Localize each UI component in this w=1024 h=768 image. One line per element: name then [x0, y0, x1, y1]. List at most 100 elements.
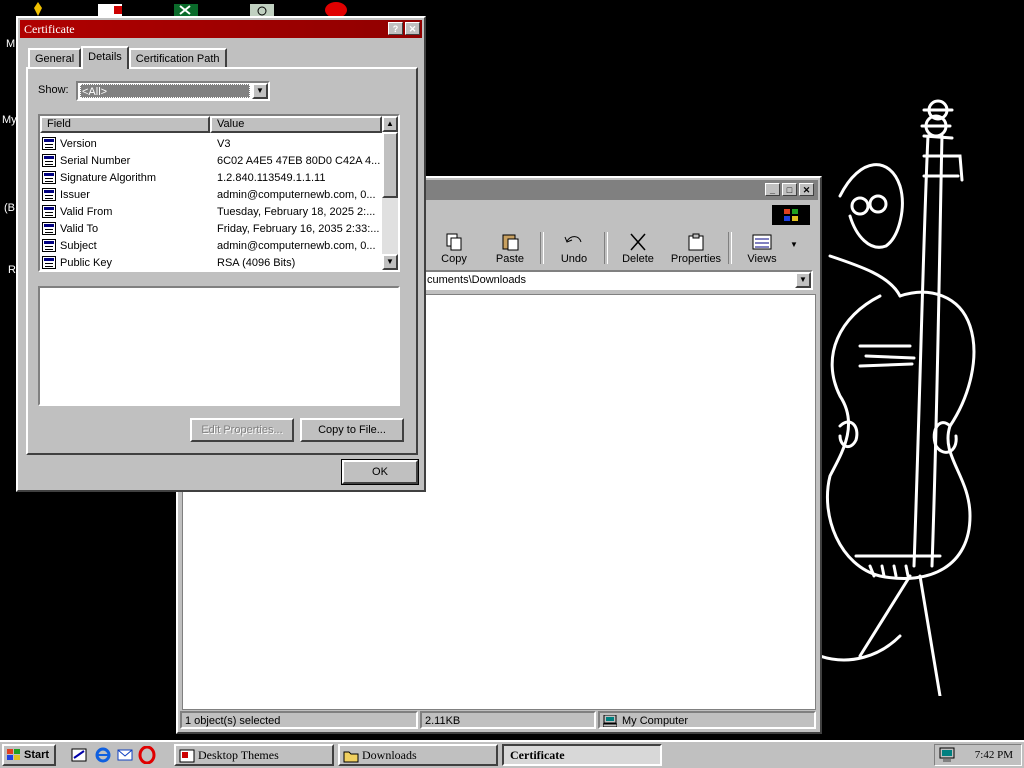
list-item[interactable]: Serial Number 6C02 A4E5 47EB 80D0 C42A 4.… — [40, 153, 384, 170]
certificate-dialog: Certificate ? ✕ General Details Certific… — [16, 16, 426, 492]
desktop-icon-2[interactable] — [96, 2, 126, 16]
internet-explorer-icon[interactable] — [94, 746, 112, 764]
field-list-scrollbar[interactable]: ▲ ▼ — [382, 116, 398, 270]
list-item[interactable]: Signature Algorithm 1.2.840.113549.1.1.11 — [40, 170, 384, 187]
field-name: Version — [60, 138, 97, 150]
field-value: 6C02 A4E5 47EB 80D0 C42A 4... — [217, 155, 381, 167]
copy-button[interactable]: Copy — [426, 228, 482, 268]
show-desktop-icon[interactable] — [70, 746, 88, 764]
address-value: cuments\Downloads — [427, 274, 527, 286]
tab-general[interactable]: General — [28, 48, 82, 68]
tab-certification-path[interactable]: Certification Path — [128, 48, 227, 68]
certificate-field-icon — [42, 171, 56, 184]
show-select[interactable]: <All> ▼ — [76, 81, 270, 101]
field-name: Public Key — [60, 257, 112, 269]
field-value: admin@computernewb.com, 0... — [217, 240, 376, 252]
desktop-label-1: M — [6, 38, 16, 50]
scroll-up-icon[interactable]: ▲ — [382, 116, 398, 132]
ok-button[interactable]: OK — [341, 459, 419, 485]
edit-properties-button[interactable]: Edit Properties... — [190, 418, 294, 442]
field-value: 1.2.840.113549.1.1.11 — [217, 172, 326, 184]
tab-details[interactable]: Details — [81, 46, 129, 69]
opera-icon[interactable] — [138, 746, 156, 764]
scroll-thumb[interactable] — [382, 132, 398, 198]
views-dropdown-icon[interactable]: ▼ — [790, 228, 804, 268]
column-header-value[interactable]: Value — [210, 116, 382, 133]
certificate-field-icon — [42, 188, 56, 201]
close-button[interactable]: ✕ — [405, 22, 420, 35]
tab-strip: General Details Certification Path — [28, 46, 227, 69]
column-header-field[interactable]: Field — [40, 116, 210, 133]
status-size: 2.11KB — [420, 711, 596, 729]
properties-label: Properties — [670, 253, 722, 265]
list-item[interactable]: Version V3 — [40, 136, 384, 153]
start-button[interactable]: Start — [2, 744, 56, 766]
task-downloads[interactable]: Downloads — [338, 744, 498, 766]
show-label: Show: — [38, 84, 69, 96]
close-button[interactable]: ✕ — [799, 183, 814, 196]
list-item[interactable]: Valid From Tuesday, February 18, 2025 2:.… — [40, 204, 384, 221]
show-dropdown-icon[interactable]: ▼ — [252, 83, 268, 99]
folder-icon — [343, 751, 359, 763]
paste-button[interactable]: Paste — [482, 228, 538, 268]
ok-label: OK — [372, 466, 388, 478]
help-button[interactable]: ? — [388, 22, 403, 35]
clock[interactable]: 7:42 PM — [975, 749, 1013, 761]
outlook-express-icon[interactable] — [116, 746, 134, 764]
delete-label: Delete — [622, 253, 654, 265]
field-name: Valid From — [60, 206, 113, 218]
edit-properties-label: Edit Properties... — [201, 424, 283, 436]
field-list[interactable]: Field Value Version V3 Serial Number 6C02 … — [38, 114, 400, 272]
windows-flag-icon — [7, 749, 20, 760]
minimize-button[interactable]: _ — [765, 183, 780, 196]
task-certificate[interactable]: Certificate — [502, 744, 662, 766]
properties-icon — [688, 233, 704, 251]
undo-label: Undo — [560, 253, 588, 265]
field-name: Valid To — [60, 223, 99, 235]
list-item[interactable]: Subject admin@computernewb.com, 0... — [40, 238, 384, 255]
scroll-down-icon[interactable]: ▼ — [382, 254, 398, 270]
certificate-field-icon — [42, 222, 56, 235]
status-zone-label: My Computer — [622, 715, 689, 727]
desktop-label-3: (B — [4, 202, 15, 214]
field-detail-box[interactable] — [38, 286, 400, 406]
properties-button[interactable]: Properties — [666, 228, 726, 268]
address-dropdown-icon[interactable]: ▼ — [795, 272, 811, 288]
tray-computer-icon[interactable] — [939, 747, 955, 763]
toolbar-separator — [604, 232, 608, 264]
views-label: Views — [747, 253, 777, 265]
certificate-field-icon — [42, 239, 56, 252]
list-item[interactable]: Valid To Friday, February 16, 2035 2:33:.… — [40, 221, 384, 238]
copy-to-file-button[interactable]: Copy to File... — [300, 418, 404, 442]
show-select-value: <All> — [80, 84, 250, 98]
maximize-button[interactable]: □ — [782, 183, 797, 196]
field-value: RSA (4096 Bits) — [217, 257, 296, 269]
desktop-icon-excel[interactable] — [174, 2, 200, 16]
field-value: Friday, February 16, 2035 2:33:... — [217, 223, 380, 235]
task-label: Certificate — [510, 748, 565, 762]
list-item[interactable]: Public Key RSA (4096 Bits) — [40, 255, 384, 272]
desktop-icon-1[interactable] — [28, 2, 48, 16]
desktop-icon-clock[interactable] — [250, 2, 276, 16]
status-bar: 1 object(s) selected 2.11KB My Computer — [180, 711, 818, 730]
task-desktop-themes[interactable]: Desktop Themes — [174, 744, 334, 766]
certificate-field-icon — [42, 137, 56, 150]
desktop-icon-opera[interactable] — [322, 2, 350, 18]
windows-logo-icon — [772, 205, 810, 225]
certificate-field-icon — [42, 256, 56, 269]
address-bar[interactable]: cuments\Downloads ▼ — [423, 270, 813, 290]
field-value: Tuesday, February 18, 2025 2:... — [217, 206, 376, 218]
field-value: admin@computernewb.com, 0... — [217, 189, 376, 201]
delete-button[interactable]: Delete — [610, 228, 666, 268]
system-tray: 7:42 PM — [934, 744, 1022, 766]
views-button[interactable]: Views — [734, 228, 790, 268]
certificate-title: Certificate — [24, 22, 75, 36]
undo-button[interactable]: Undo — [546, 228, 602, 268]
copy-label: Copy — [441, 253, 467, 265]
start-label: Start — [24, 749, 50, 761]
my-computer-icon — [603, 715, 617, 727]
list-item[interactable]: Issuer admin@computernewb.com, 0... — [40, 187, 384, 204]
field-name: Signature Algorithm — [60, 172, 156, 184]
paste-icon — [502, 234, 519, 251]
certificate-titlebar[interactable]: Certificate ? ✕ — [20, 20, 422, 38]
